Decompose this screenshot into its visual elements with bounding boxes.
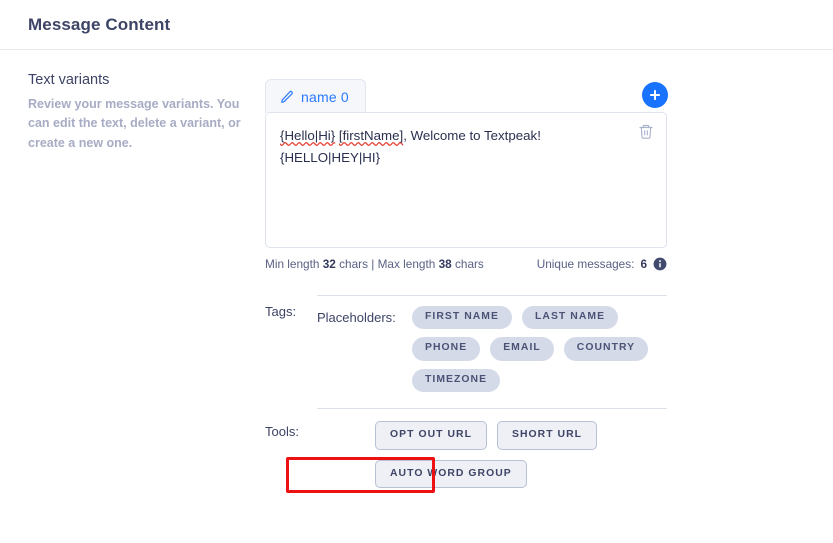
trash-icon (638, 124, 654, 143)
unique-messages-stat: Unique messages: 6 (537, 257, 667, 271)
variant-text-line2: {HELLO|HEY|HI} (280, 149, 381, 165)
max-length-label: Max length (377, 257, 439, 271)
max-length-value: 38 (438, 257, 452, 271)
text-variants-heading: Text variants (28, 72, 110, 88)
variant-stats-row: Min length 32 chars | Max length 38 char… (265, 257, 667, 271)
unique-messages-value: 6 (640, 257, 647, 271)
tools-button-row: OPT OUT URL SHORT URL AUTO WORD GROUP (317, 421, 667, 489)
plus-icon (648, 88, 662, 102)
tags-section: Tags: Placeholders: FIRST NAME LAST NAME… (265, 295, 667, 393)
placeholders-label: Placeholders: (317, 310, 396, 325)
placeholder-chip-email[interactable]: EMAIL (490, 337, 554, 361)
tags-body: Placeholders: FIRST NAME LAST NAME PHONE… (317, 295, 667, 393)
tools-section: Tools: OPT OUT URL SHORT URL AUTO WORD G… (265, 408, 667, 489)
min-length-label: Min length (265, 257, 323, 271)
variant-tab-name-0[interactable]: name 0 (265, 79, 366, 113)
placeholder-chip-phone[interactable]: PHONE (412, 337, 481, 361)
message-content-page: Message Content Text variants Review you… (0, 0, 833, 543)
placeholder-chip-timezone[interactable]: TIMEZONE (412, 368, 501, 393)
pencil-icon (280, 90, 294, 104)
variant-text-line1-rest: , Welcome to Textpeak! (403, 128, 541, 143)
text-variants-description: Review your message variants. You can ed… (28, 97, 241, 150)
delete-variant-button[interactable] (638, 123, 654, 140)
page-header: Message Content (0, 0, 833, 50)
variant-editor-panel: name 0 {Hello|Hi} [firstName], Welcome t… (265, 72, 833, 489)
placeholder-chip-last-name[interactable]: LAST NAME (522, 306, 619, 330)
info-icon[interactable] (653, 257, 667, 271)
variant-tab-label: name 0 (301, 89, 349, 105)
page-body: Text variants Review your message varian… (0, 50, 833, 489)
opt-out-url-button[interactable]: OPT OUT URL (375, 421, 487, 450)
placeholder-chip-first-name[interactable]: FIRST NAME (412, 306, 512, 330)
variant-tabstrip: name 0 (265, 72, 668, 113)
max-length-suffix: chars (451, 257, 484, 271)
misspelled-token-1: {Hello|Hi} (280, 128, 336, 143)
min-length-value: 32 (322, 257, 336, 271)
misspelled-token-2: [firstName] (338, 128, 404, 143)
unique-messages-label: Unique messages: (536, 257, 635, 271)
variant-text-editor[interactable]: {Hello|Hi} [firstName], Welcome to Textp… (265, 112, 667, 248)
length-stats: Min length 32 chars | Max length 38 char… (265, 257, 484, 271)
tags-label: Tags: (265, 304, 297, 319)
placeholder-chip-list: FIRST NAME LAST NAME PHONE EMAIL COUNTRY… (412, 306, 667, 393)
page-title: Message Content (28, 14, 171, 34)
placeholder-chip-country[interactable]: COUNTRY (563, 337, 649, 361)
add-variant-button[interactable] (642, 82, 668, 108)
auto-word-group-button[interactable]: AUTO WORD GROUP (375, 459, 527, 489)
tools-label: Tools: (265, 424, 299, 440)
stats-separator: | (367, 257, 378, 271)
variant-text-content: {Hello|Hi} [firstName], Welcome to Textp… (280, 125, 626, 168)
min-length-suffix: chars (335, 257, 368, 271)
text-variants-info-panel: Text variants Review your message varian… (0, 72, 265, 488)
tools-body: OPT OUT URL SHORT URL AUTO WORD GROUP (317, 408, 667, 489)
short-url-button[interactable]: SHORT URL (496, 421, 598, 450)
